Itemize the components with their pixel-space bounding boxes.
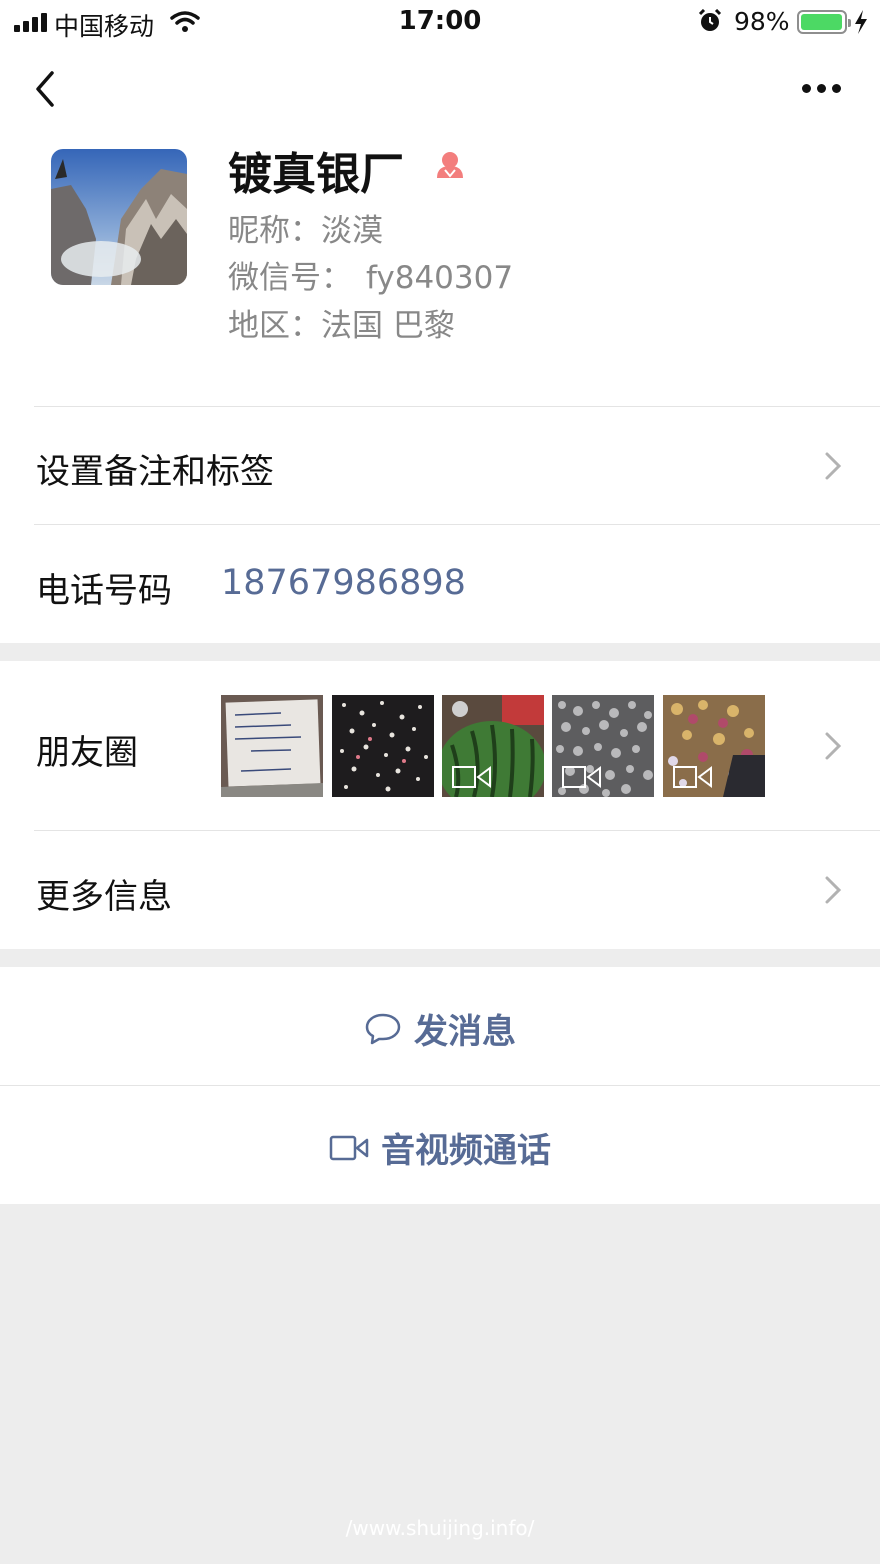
nickname-line: 昵称：淡漠	[228, 205, 383, 250]
moments-thumb	[663, 695, 765, 797]
moments-thumb	[221, 695, 323, 797]
phone-label: 电话号码	[36, 571, 172, 611]
wechat-id-label: 微信号：	[228, 260, 352, 296]
send-message-label: 发消息	[414, 1012, 516, 1052]
remark-tags-row[interactable]: 设置备注和标签	[36, 444, 274, 493]
watermark: /www.shuijing.info/	[345, 1516, 535, 1540]
contact-name: 镀真银厂	[228, 149, 404, 200]
moments-row[interactable]: 朋友圈	[36, 725, 138, 774]
chat-bubble-icon	[365, 1013, 401, 1044]
phone-number-link[interactable]: 18767986898	[221, 563, 466, 603]
moments-thumb	[332, 695, 434, 797]
video-icon	[562, 766, 601, 788]
battery-icon	[797, 10, 851, 34]
battery-percent: 98%	[734, 7, 790, 36]
video-camera-icon	[329, 1135, 369, 1160]
chevron-left-icon[interactable]	[30, 68, 62, 112]
region-label: 地区：	[228, 308, 321, 344]
female-icon	[437, 152, 463, 178]
divider	[34, 406, 880, 407]
video-icon	[673, 766, 712, 788]
region-value: 法国 巴黎	[321, 308, 455, 344]
alarm-icon	[698, 9, 722, 31]
video-icon	[452, 766, 491, 788]
chevron-right-icon	[825, 876, 842, 904]
av-call-button[interactable]: 音视频通话	[0, 1123, 880, 1172]
more-info-row[interactable]: 更多信息	[36, 869, 172, 918]
wechat-id-value: fy840307	[366, 260, 514, 296]
divider	[0, 1085, 880, 1086]
moments-thumb	[442, 695, 544, 797]
moments-thumb	[552, 695, 654, 797]
chevron-right-icon	[825, 732, 842, 760]
wechat-id-line: 微信号： fy840307	[228, 252, 513, 297]
divider	[34, 524, 880, 525]
divider	[34, 830, 880, 831]
status-bar: 中国移动 17:00 98%	[0, 0, 880, 44]
chevron-right-icon	[825, 452, 842, 480]
nickname-label: 昵称：	[228, 213, 321, 249]
av-call-label: 音视频通话	[381, 1131, 551, 1171]
charging-icon	[855, 10, 867, 34]
region-line: 地区：法国 巴黎	[228, 300, 455, 345]
avatar[interactable]	[51, 149, 187, 285]
send-message-button[interactable]: 发消息	[0, 1004, 880, 1053]
moments-thumbnails[interactable]	[221, 695, 781, 797]
nickname-value: 淡漠	[321, 213, 383, 249]
more-dots-icon[interactable]	[800, 80, 844, 98]
